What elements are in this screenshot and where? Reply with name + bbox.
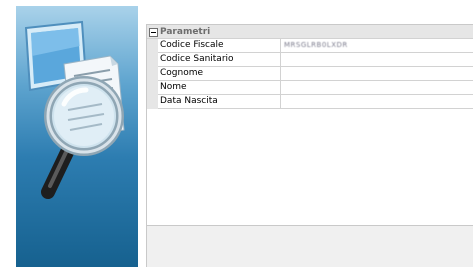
property-grid[interactable]: Parametri Codice Fiscale MRSGLRB0LXDR Co… [146,24,473,225]
property-row-codice-sanitario[interactable]: Codice Sanitario [147,53,473,67]
codice-fiscale-value: MRSGLRB0LXDR [284,41,348,49]
property-name: Codice Fiscale [158,39,281,53]
property-row-cognome[interactable]: Cognome [147,67,473,81]
magnifier-document-icon [24,20,125,199]
property-value-field[interactable] [281,81,473,95]
property-value-field[interactable] [281,53,473,67]
property-name: Codice Sanitario [158,53,281,67]
property-value-field[interactable] [281,95,473,109]
property-name: Data Nascita [158,95,281,109]
property-value-field[interactable] [281,67,473,81]
description-panel [146,225,473,267]
property-name: Nome [158,81,281,95]
property-row-codice-fiscale[interactable]: Codice Fiscale MRSGLRB0LXDR [147,39,473,53]
category-row-parametri[interactable]: Parametri [147,25,473,39]
collapse-icon[interactable] [149,28,158,37]
property-name: Cognome [158,67,281,81]
magnifier-graphic [41,76,124,199]
property-value-field[interactable]: MRSGLRB0LXDR [281,39,473,53]
search-banner-image [16,6,138,267]
property-row-nome[interactable]: Nome [147,81,473,95]
property-row-data-nascita[interactable]: Data Nascita [147,95,473,109]
category-label: Parametri [160,27,211,37]
